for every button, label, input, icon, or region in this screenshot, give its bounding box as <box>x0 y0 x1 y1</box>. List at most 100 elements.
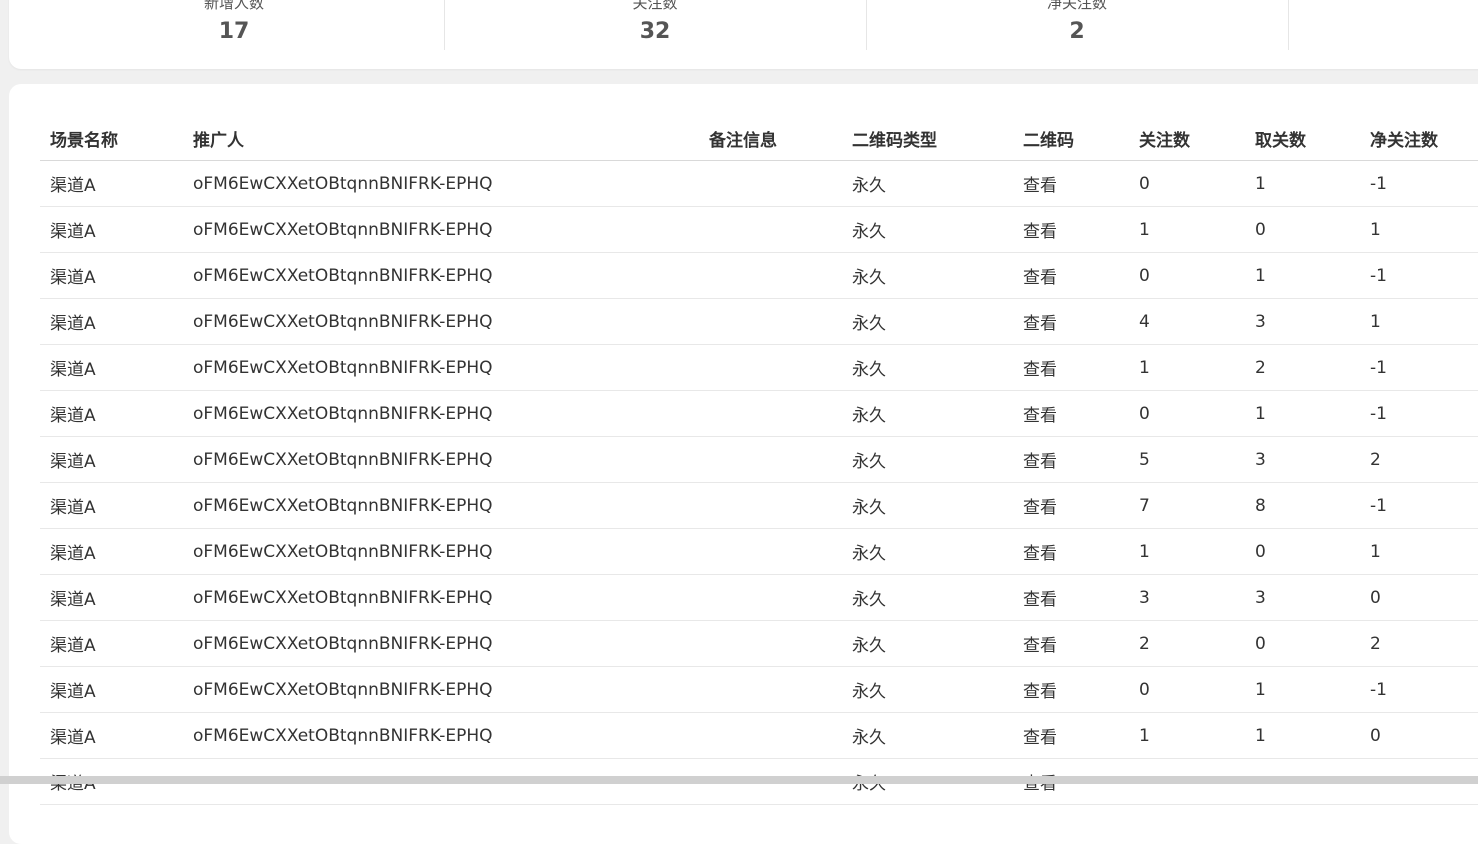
cell-unfollow: 3 <box>1245 436 1360 483</box>
cell-follow: 4 <box>1129 298 1245 345</box>
cell-scene: 渠道A <box>40 482 183 529</box>
cell-follow: 0 <box>1129 160 1245 207</box>
cell-promoter: oFM6EwCXXetOBtqnnBNIFRK-EPHQ <box>183 482 699 529</box>
cell-follow: 0 <box>1129 252 1245 299</box>
cell-net: -1 <box>1360 344 1478 391</box>
cell-unfollow: 1 <box>1245 252 1360 299</box>
cell-promoter: oFM6EwCXXetOBtqnnBNIFRK-EPHQ <box>183 712 699 759</box>
cell-qr-type: 永久 <box>842 206 1013 253</box>
table-row: 渠道A oFM6EwCXXetOBtqnnBNIFRK-EPHQ 永久 查看 0 1 -1 <box>40 666 1478 713</box>
cell-net: 2 <box>1360 620 1478 667</box>
divider <box>1288 0 1289 50</box>
cell-qr-type: 永久 <box>842 482 1013 529</box>
cell-promoter: oFM6EwCXXetOBtqnnBNIFRK-EPHQ <box>183 666 699 713</box>
stats-card: 新增人数 17 关注数 32 净关注数 2 <box>9 0 1478 69</box>
stat-label: 关注数 <box>632 0 678 12</box>
stat-new-users: 新增人数 17 <box>19 0 449 69</box>
cell-scene: 渠道A <box>40 666 183 713</box>
stat-value: 17 <box>218 19 250 44</box>
cell-scene: 渠道A <box>40 160 183 207</box>
cell-net: 0 <box>1360 712 1478 759</box>
cell-qr-type: 永久 <box>842 574 1013 621</box>
cell-promoter: oFM6EwCXXetOBtqnnBNIFRK-EPHQ <box>183 436 699 483</box>
view-qr-link[interactable]: 查看 <box>1013 160 1129 207</box>
cell-net: 1 <box>1360 528 1478 575</box>
cell-qr-type: 永久 <box>842 160 1013 207</box>
cell-net: 1 <box>1360 206 1478 253</box>
table-row: 渠道A oFM6EwCXXetOBtqnnBNIFRK-EPHQ 永久 查看 2 0 2 <box>40 620 1478 667</box>
cell-qr-type: 永久 <box>842 252 1013 299</box>
cell-qr-type: 永久 <box>842 712 1013 759</box>
view-qr-link[interactable]: 查看 <box>1013 620 1129 667</box>
cell-scene: 渠道A <box>40 206 183 253</box>
cell-remark <box>699 666 842 713</box>
cell-remark <box>699 252 842 299</box>
cell-remark <box>699 712 842 759</box>
view-qr-link[interactable]: 查看 <box>1013 344 1129 391</box>
cell-promoter: oFM6EwCXXetOBtqnnBNIFRK-EPHQ <box>183 620 699 667</box>
column-header-qr-type: 二维码类型 <box>842 116 1013 161</box>
column-header-promoter: 推广人 <box>183 116 699 161</box>
cell-net: 2 <box>1360 436 1478 483</box>
cell-unfollow: 8 <box>1245 482 1360 529</box>
view-qr-link[interactable]: 查看 <box>1013 436 1129 483</box>
cell-unfollow: 0 <box>1245 620 1360 667</box>
view-qr-link[interactable]: 查看 <box>1013 666 1129 713</box>
cell-promoter: oFM6EwCXXetOBtqnnBNIFRK-EPHQ <box>183 344 699 391</box>
view-qr-link[interactable]: 查看 <box>1013 482 1129 529</box>
cell-net: -1 <box>1360 160 1478 207</box>
view-qr-link[interactable]: 查看 <box>1013 252 1129 299</box>
cell-net: 1 <box>1360 298 1478 345</box>
cell-net: -1 <box>1360 482 1478 529</box>
table-row: 渠道A oFM6EwCXXetOBtqnnBNIFRK-EPHQ 永久 查看 0 1 -1 <box>40 252 1478 299</box>
cell-unfollow: 1 <box>1245 712 1360 759</box>
table-row: 渠道A oFM6EwCXXetOBtqnnBNIFRK-EPHQ 永久 查看 4 3 1 <box>40 298 1478 345</box>
cell-scene: 渠道A <box>40 298 183 345</box>
cell-promoter: oFM6EwCXXetOBtqnnBNIFRK-EPHQ <box>183 160 699 207</box>
column-header-net: 净关注数 <box>1360 116 1478 161</box>
view-qr-link[interactable]: 查看 <box>1013 574 1129 621</box>
cell-follow: 1 <box>1129 528 1245 575</box>
cell-follow: 0 <box>1129 666 1245 713</box>
cell-follow: 7 <box>1129 482 1245 529</box>
cell-scene: 渠道A <box>40 574 183 621</box>
cell-remark <box>699 436 842 483</box>
cell-remark <box>699 344 842 391</box>
table-row: 渠道A oFM6EwCXXetOBtqnnBNIFRK-EPHQ 永久 查看 1 1 0 <box>40 712 1478 759</box>
table-row: 渠道A oFM6EwCXXetOBtqnnBNIFRK-EPHQ 永久 查看 1 0 1 <box>40 528 1478 575</box>
stat-label: 净关注数 <box>1046 0 1107 12</box>
cell-unfollow: 1 <box>1245 390 1360 437</box>
view-qr-link[interactable]: 查看 <box>1013 712 1129 759</box>
horizontal-scrollbar[interactable] <box>0 776 1478 784</box>
table-row: 渠道A oFM6EwCXXetOBtqnnBNIFRK-EPHQ 永久 查看 5 3 2 <box>40 436 1478 483</box>
cell-unfollow: 0 <box>1245 528 1360 575</box>
cell-promoter: oFM6EwCXXetOBtqnnBNIFRK-EPHQ <box>183 574 699 621</box>
cell-remark <box>699 482 842 529</box>
cell-remark <box>699 574 842 621</box>
table-card: 场景名称 推广人 备注信息 二维码类型 二维码 关注数 取关数 净关注数 渠道A… <box>9 84 1478 844</box>
cell-net: -1 <box>1360 666 1478 713</box>
cell-promoter: oFM6EwCXXetOBtqnnBNIFRK-EPHQ <box>183 528 699 575</box>
cell-qr-type: 永久 <box>842 390 1013 437</box>
cell-unfollow: 0 <box>1245 206 1360 253</box>
cell-promoter: oFM6EwCXXetOBtqnnBNIFRK-EPHQ <box>183 298 699 345</box>
view-qr-link[interactable]: 查看 <box>1013 390 1129 437</box>
cell-unfollow: 1 <box>1245 666 1360 713</box>
cell-scene: 渠道A <box>40 712 183 759</box>
cell-follow: 1 <box>1129 712 1245 759</box>
cell-qr-type: 永久 <box>842 298 1013 345</box>
stat-value: 2 <box>1069 19 1085 44</box>
column-header-follow: 关注数 <box>1129 116 1245 161</box>
view-qr-link[interactable]: 查看 <box>1013 528 1129 575</box>
cell-qr-type: 永久 <box>842 620 1013 667</box>
cell-unfollow: 3 <box>1245 574 1360 621</box>
cell-qr-type: 永久 <box>842 528 1013 575</box>
cell-scene: 渠道A <box>40 528 183 575</box>
cell-unfollow: 2 <box>1245 344 1360 391</box>
cell-scene: 渠道A <box>40 344 183 391</box>
view-qr-link[interactable]: 查看 <box>1013 206 1129 253</box>
view-qr-link[interactable]: 查看 <box>1013 298 1129 345</box>
table-body: 渠道A oFM6EwCXXetOBtqnnBNIFRK-EPHQ 永久 查看 0 1 -1 渠… <box>40 160 1478 805</box>
column-header-unfollow: 取关数 <box>1245 116 1360 161</box>
cell-remark <box>699 206 842 253</box>
